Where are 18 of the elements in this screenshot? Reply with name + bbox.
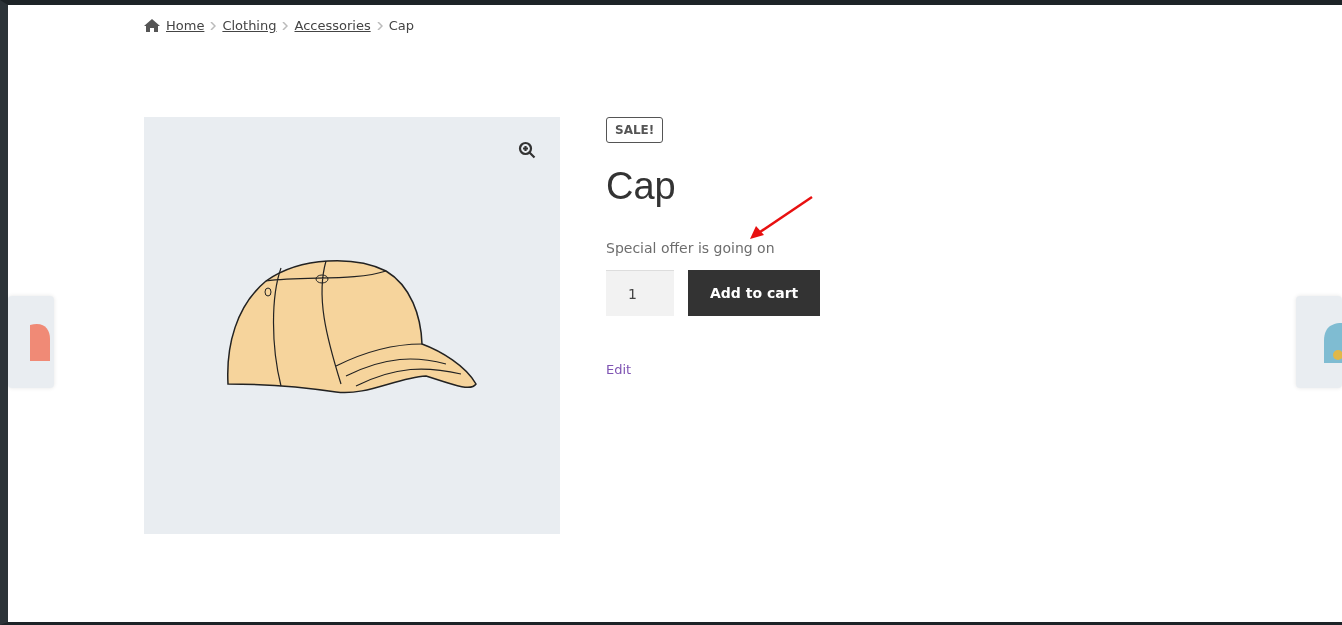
breadcrumb-link[interactable]: Home [166,18,205,33]
breadcrumb-link[interactable]: Clothing [222,18,277,33]
edit-link[interactable]: Edit [606,362,632,377]
breadcrumb-link[interactable]: Cap [388,18,414,33]
breadcrumb-link[interactable]: Accessories [294,18,371,33]
product-description: Special offer is going on [606,240,775,256]
sale-badge: SALE! [606,117,664,143]
zoom-icon[interactable] [518,141,536,159]
home-icon [144,19,160,32]
previous-product-card[interactable] [8,296,54,388]
quantity-field[interactable]: 1 [606,270,674,316]
chevron-icon [376,21,383,30]
chevron-icon [210,21,217,30]
arrow-annotation [748,195,814,241]
add-to-cart-button[interactable]: Add to cart [688,270,821,316]
product-title: Cap [606,165,676,208]
next-product-card[interactable] [1296,296,1342,388]
chevron-icon [282,21,289,30]
